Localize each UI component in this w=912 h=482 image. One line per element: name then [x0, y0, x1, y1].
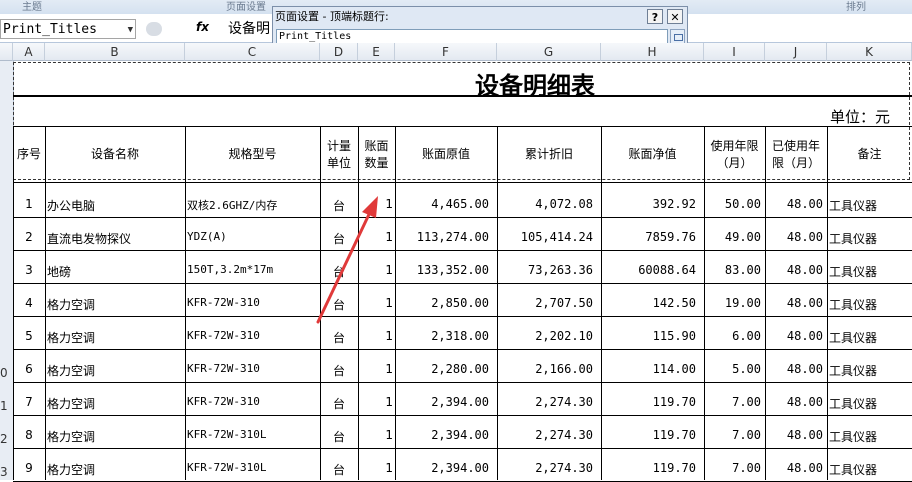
annotation-arrow	[316, 196, 378, 324]
